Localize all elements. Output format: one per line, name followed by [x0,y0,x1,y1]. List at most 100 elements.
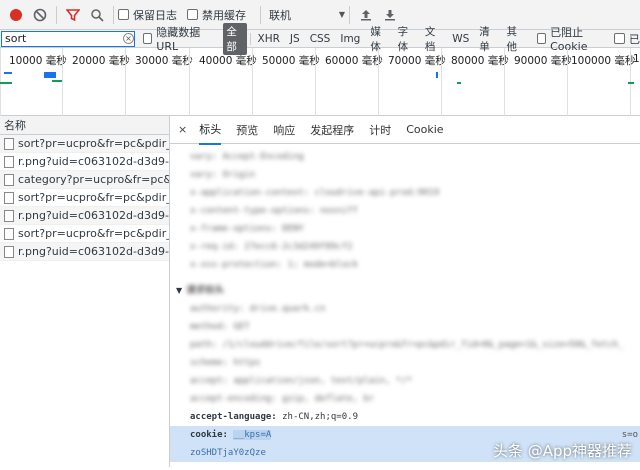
header-key: cookie: [190,430,228,440]
request-name: sort?pr=ucpro&fr=pc&pdir_fi... [18,191,169,204]
request-name: r.png?uid=c063102d-d3d9-42... [18,155,169,168]
timeline-tick: 20000 毫秒 [62,48,130,116]
timeline-tick: 30000 毫秒 [125,48,193,116]
divider [56,5,57,24]
close-icon[interactable]: × [178,123,187,136]
request-header: accept-encoding: gzip, deflate, br [190,394,375,404]
file-icon [4,137,14,150]
type-filter-xhr[interactable]: XHR [254,33,284,45]
tick-label: 60000 毫秒 [325,55,383,67]
type-filter-js[interactable]: JS [286,33,304,45]
tick-label: 70000 毫秒 [388,55,446,67]
tick-label: 10000 毫秒 [9,55,67,67]
disable-cache-label: 禁用缓存 [202,8,246,22]
type-filter-img[interactable]: Img [336,33,364,45]
request-headers-section[interactable]: ▼ 请求标头 [170,282,640,300]
tick-label: 90000 毫秒 [514,55,572,67]
request-list: 名称 sort?pr=ucpro&fr=pc&pdir_fi... r.png?… [0,116,170,467]
timeline-tick: 80000 毫秒 [441,48,509,116]
timeline-bar [436,72,438,78]
preserve-log-checkbox[interactable]: 保留日志 [118,7,177,23]
name-column-header[interactable]: 名称 [0,116,169,135]
list-item[interactable]: sort?pr=ucpro&fr=pc&pdir_fi... [0,189,169,207]
search-icon [91,8,104,22]
filter-input[interactable] [5,32,123,45]
tab-response[interactable]: 响应 [273,116,295,144]
response-header: x-application-context: cloudrive-api-pro… [190,188,440,198]
filter-bar: × 隐藏数据 URL 全部 XHR JS CSS Img 媒体 字体 文档 WS… [0,22,640,55]
request-header: scheme: https [190,358,261,368]
request-header-accept-language: accept-language: zh-CN,zh;q=0.9 [170,408,640,426]
header-key: accept-language: [190,412,277,422]
divider [113,5,114,24]
checkbox-box[interactable] [118,9,129,20]
request-header: accept: application/json, text/plain, */… [190,376,413,386]
checkbox-box[interactable] [143,33,153,44]
file-icon [4,191,14,204]
file-icon [4,245,14,258]
tab-preview[interactable]: 预览 [236,116,258,144]
throttling-value: 联机 [269,8,291,22]
checkbox-box[interactable] [187,9,198,20]
timeline-overview[interactable]: 10000 毫秒 20000 毫秒 30000 毫秒 40000 毫秒 5000… [0,48,640,116]
request-name: sort?pr=ucpro&fr=pc&pdir_fi... [18,137,169,150]
filter-toggle-button[interactable] [61,3,85,27]
triangle-down-icon: ▼ [176,286,183,295]
list-item[interactable]: category?pr=ucpro&fr=pc&ca... [0,171,169,189]
preserve-log-label: 保留日志 [133,8,177,22]
timeline-bar [44,72,56,78]
upload-icon [361,9,371,20]
checkbox-box[interactable] [613,33,625,44]
list-item[interactable]: sort?pr=ucpro&fr=pc&pdir_fi... [0,135,169,153]
disable-cache-checkbox[interactable]: 禁用缓存 [187,7,246,23]
tab-headers[interactable]: 标头 [199,116,222,145]
list-item[interactable]: r.png?uid=c063102d-d3d9-42... [0,207,169,225]
file-icon [4,227,14,240]
list-item[interactable]: r.png?uid=c063102d-d3d9-42... [0,243,169,261]
tick-label: 50000 毫秒 [262,55,320,67]
tick-label: 40000 毫秒 [199,55,257,67]
request-header: authority: drive.quark.cn [190,304,326,314]
request-header: method: GET [190,322,250,332]
blocked-requests-checkbox[interactable]: 已 [613,31,640,47]
timeline-bar [628,82,634,84]
type-filter-css[interactable]: CSS [306,33,335,45]
tab-timing[interactable]: 计时 [369,116,391,144]
clear-button[interactable] [28,3,52,27]
filter-input-wrap[interactable]: × [1,30,135,47]
response-header: x-xss-protection: 1; mode=block [190,260,358,270]
chevron-down-icon: ▼ [338,10,345,19]
details-tabs: × 标头 预览 响应 发起程序 计时 Cookie [170,116,640,145]
tick-label: 80000 毫秒 [451,55,509,67]
checkbox-box[interactable] [536,33,547,44]
type-filter-ws[interactable]: WS [448,33,473,45]
throttling-select[interactable]: 联机 ▼ [269,7,345,23]
blocked-requests-label: 已 [628,32,640,46]
record-icon [10,8,22,21]
record-button[interactable] [4,3,28,27]
timeline-tick: 50000 毫秒 [252,48,320,116]
tick-label: 30000 毫秒 [135,55,193,67]
clear-icon [33,8,47,21]
timeline-tick: 90000 毫秒 [504,48,572,116]
tab-cookies[interactable]: Cookie [406,117,443,142]
search-button[interactable] [85,3,109,27]
request-name: category?pr=ucpro&fr=pc&ca... [18,173,169,186]
tab-initiator[interactable]: 发起程序 [310,116,354,144]
watermark: 头条 @App神器推荐 [492,442,632,460]
file-icon [4,209,14,222]
tick-label: 11 [633,53,640,65]
timeline-bar [457,82,461,84]
headers-panel: vary: Accept-Encoding vary: Origin x-app… [170,144,640,462]
timeline-bar [52,80,62,82]
timeline-tick: 70000 毫秒 [378,48,446,116]
request-details: × 标头 预览 响应 发起程序 计时 Cookie vary: Accept-E… [170,116,640,467]
list-item[interactable]: sort?pr=ucpro&fr=pc&pdir_fi... [0,225,169,243]
list-item[interactable]: r.png?uid=c063102d-d3d9-42... [0,153,169,171]
divider [349,5,350,24]
divider [249,32,251,45]
response-header: vary: Origin [190,170,256,180]
timeline-tick: 60000 毫秒 [315,48,383,116]
clear-filter-icon[interactable]: × [123,33,134,44]
timeline-tick: 40000 毫秒 [189,48,257,116]
